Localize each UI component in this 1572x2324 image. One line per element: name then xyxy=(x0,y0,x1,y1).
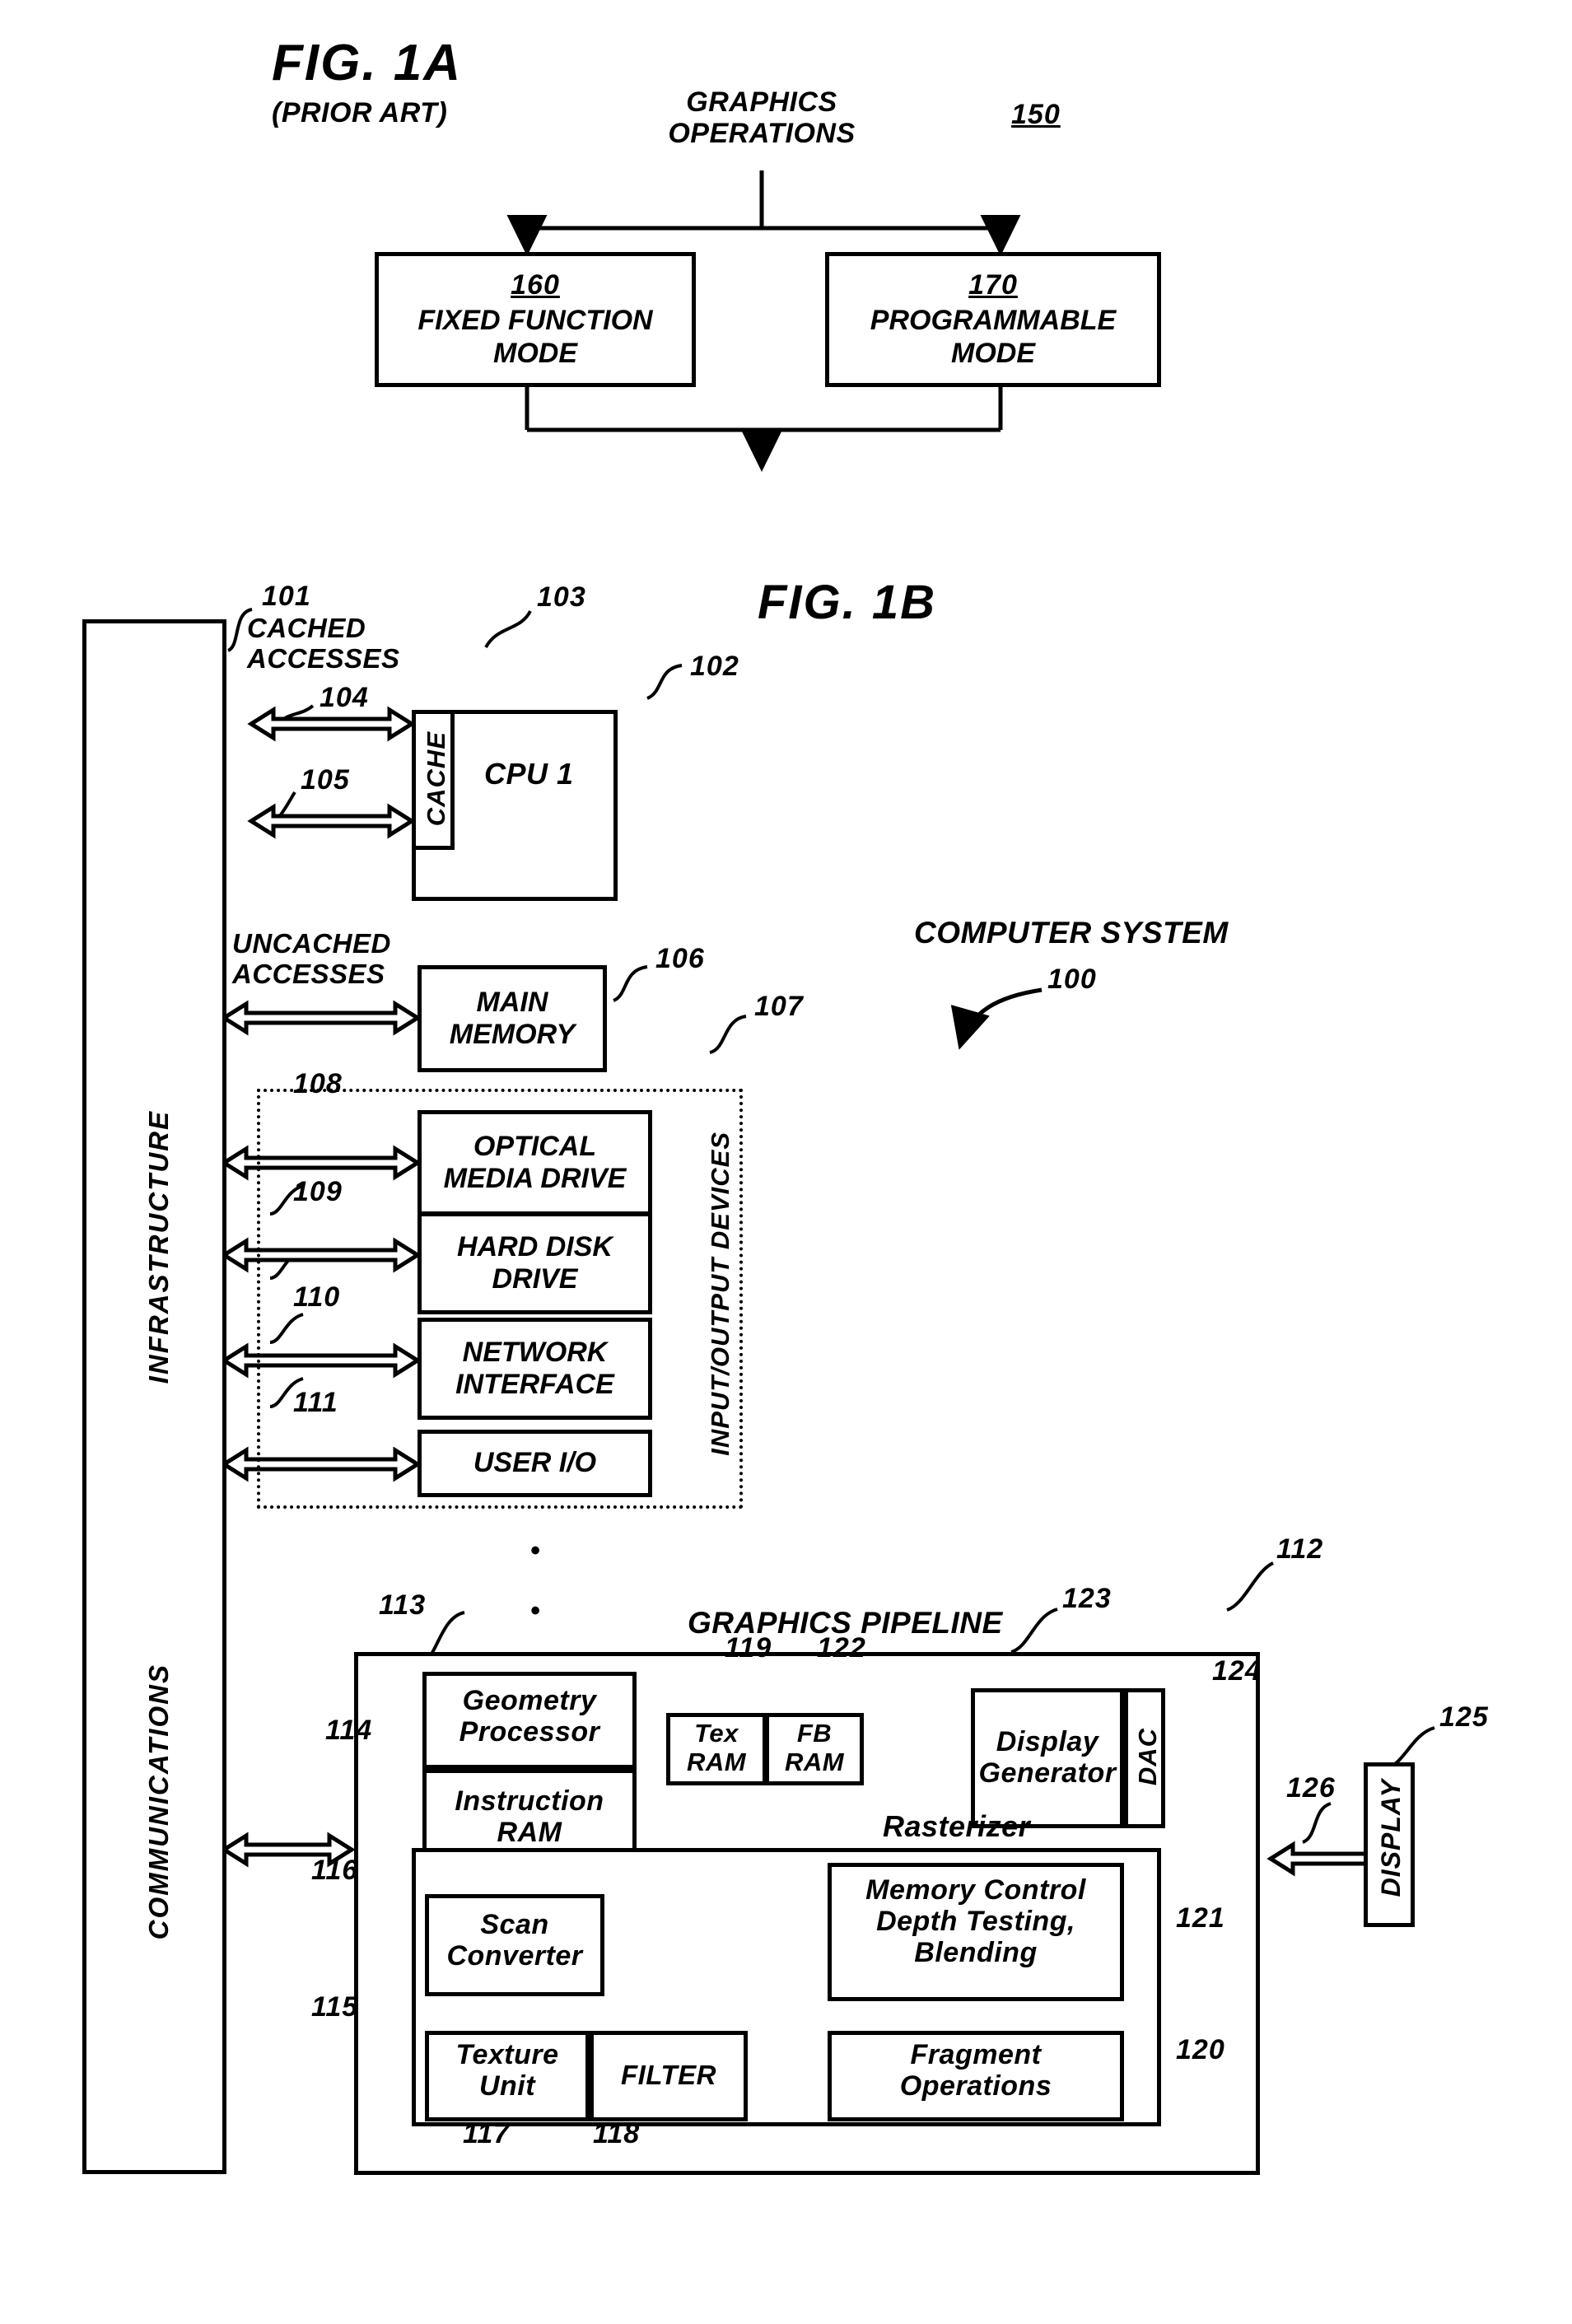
user-io-label: USER I/O xyxy=(473,1447,597,1479)
ref-114: 114 xyxy=(325,1715,373,1746)
display-label: DISPLAY xyxy=(1376,1779,1406,1897)
ref-101: 101 xyxy=(262,581,311,612)
ref-112: 112 xyxy=(1276,1533,1324,1565)
fixed-function-mode-label: FIXED FUNCTION MODE xyxy=(417,305,653,369)
computer-system-label: COMPUTER SYSTEM xyxy=(914,916,1229,950)
infrastructure-label: INFRASTRUCTURE xyxy=(143,1110,174,1384)
ref-120: 120 xyxy=(1176,2034,1225,2065)
uncached-accesses-label: UNCACHED ACCESSES xyxy=(232,928,391,989)
cached-accesses-label: CACHED ACCESSES xyxy=(247,613,400,674)
fb-ram-label: FB RAM xyxy=(784,1719,845,1776)
fig1a-subtitle: (PRIOR ART) xyxy=(272,97,448,128)
patent-figure-sheet: FIG. 1A (PRIOR ART) GRAPHICS OPERATIONS … xyxy=(0,0,1572,2324)
hard-disk-drive-box[interactable]: HARD DISK DRIVE xyxy=(417,1212,652,1314)
cpu-label: CPU 1 xyxy=(484,757,574,791)
system-bus-bar xyxy=(82,619,226,2174)
ref-126: 126 xyxy=(1286,1772,1336,1804)
ellipsis-dot-1: • xyxy=(529,1534,541,1566)
main-memory-label: MAIN MEMORY xyxy=(449,986,576,1050)
ref-106: 106 xyxy=(655,943,705,974)
optical-media-drive-label: OPTICAL MEDIA DRIVE xyxy=(443,1130,627,1194)
ref-124: 124 xyxy=(1212,1655,1262,1687)
instruction-ram-label: Instruction RAM xyxy=(455,1785,604,1849)
ref-109: 109 xyxy=(293,1176,343,1207)
tex-ram-label: Tex RAM xyxy=(686,1719,747,1776)
filter-label: FILTER xyxy=(620,2060,717,2090)
cache-label: CACHE xyxy=(422,731,450,827)
ref-123: 123 xyxy=(1062,1583,1112,1614)
main-memory-box[interactable]: MAIN MEMORY xyxy=(417,965,607,1072)
programmable-mode-label: PROGRAMMABLE MODE xyxy=(870,305,1117,369)
fig1b-title: FIG. 1B xyxy=(758,576,937,629)
ref-113: 113 xyxy=(379,1589,427,1621)
ellipsis-dot-2: • xyxy=(529,1595,541,1627)
ref-102: 102 xyxy=(690,651,739,682)
ref-121: 121 xyxy=(1176,1902,1225,1934)
fixed-function-mode-ref: 160 xyxy=(511,269,560,301)
communications-label: COMMUNICATIONS xyxy=(143,1664,174,1940)
memory-control-label: Memory Control Depth Testing, Blending xyxy=(865,1874,1086,1969)
network-interface-box[interactable]: NETWORK INTERFACE xyxy=(417,1318,652,1420)
io-devices-label: INPUT/OUTPUT DEVICES xyxy=(706,1132,735,1456)
ref-105: 105 xyxy=(301,764,350,796)
display-generator-label: Display Generator xyxy=(978,1726,1117,1790)
fig1a-title: FIG. 1A xyxy=(272,35,463,91)
ref-107: 107 xyxy=(754,991,804,1022)
ref-103: 103 xyxy=(537,581,586,613)
network-interface-label: NETWORK INTERFACE xyxy=(455,1336,614,1400)
dac-label: DAC xyxy=(1133,1728,1162,1786)
ref-116: 116 xyxy=(311,1855,359,1886)
computer-system-ref: 100 xyxy=(1047,964,1097,995)
geometry-processor-label: Geometry Processor xyxy=(459,1685,600,1748)
hard-disk-drive-label: HARD DISK DRIVE xyxy=(457,1230,613,1295)
texture-unit-label: Texture Unit xyxy=(455,2039,559,2102)
ref-122: 122 xyxy=(817,1632,866,1664)
programmable-mode-box[interactable]: 170 PROGRAMMABLE MODE xyxy=(825,252,1161,387)
ref-110: 110 xyxy=(293,1281,341,1313)
ref-104: 104 xyxy=(320,682,369,713)
programmable-mode-ref: 170 xyxy=(968,269,1018,301)
fixed-function-mode-box[interactable]: 160 FIXED FUNCTION MODE xyxy=(375,252,696,387)
user-io-box[interactable]: USER I/O xyxy=(417,1430,652,1497)
optical-media-drive-box[interactable]: OPTICAL MEDIA DRIVE xyxy=(417,1110,652,1216)
ref-115: 115 xyxy=(311,1991,359,2023)
fig1a-input-label: GRAPHICS OPERATIONS xyxy=(668,86,856,150)
ref-111: 111 xyxy=(293,1387,338,1418)
ref-108: 108 xyxy=(293,1068,343,1099)
fig1a-ref-150: 150 xyxy=(1011,99,1061,130)
ref-119: 119 xyxy=(725,1632,772,1664)
scan-converter-label: Scan Converter xyxy=(446,1909,583,1972)
fragment-operations-label: Fragment Operations xyxy=(899,2039,1052,2102)
rasterizer-label: Rasterizer xyxy=(883,1809,1031,1843)
ref-125: 125 xyxy=(1439,1701,1489,1733)
